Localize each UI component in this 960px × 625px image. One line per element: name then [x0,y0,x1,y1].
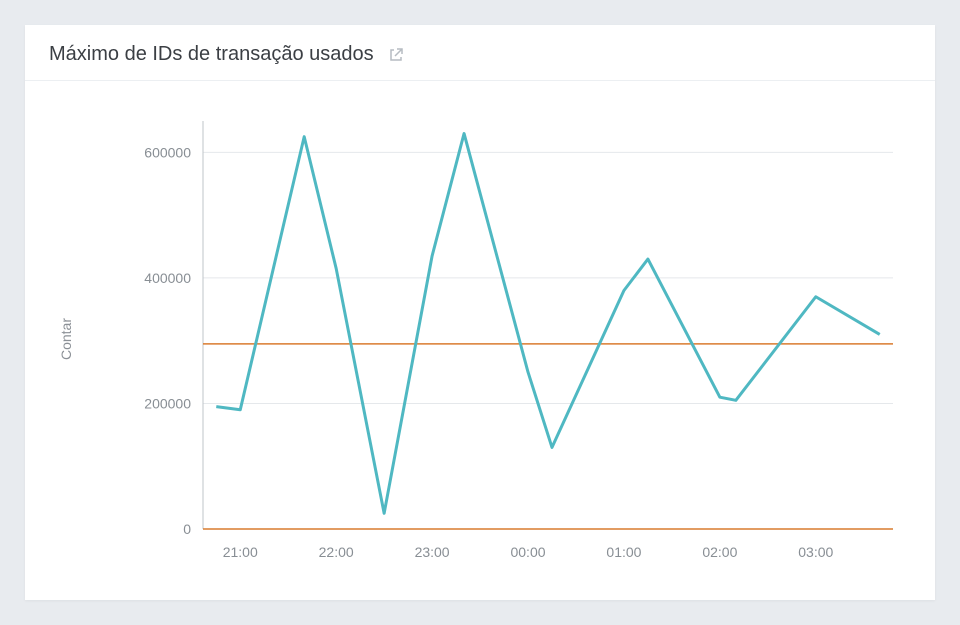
x-tick-label: 03:00 [798,544,833,560]
y-tick-label: 600000 [144,144,191,160]
x-tick-label: 21:00 [223,544,258,560]
chart-card: Máximo de IDs de transação usados Contar… [25,25,935,600]
y-tick-label: 0 [183,521,191,537]
x-tick-label: 23:00 [415,544,450,560]
external-link-icon[interactable] [388,47,404,63]
x-tick-label: 22:00 [319,544,354,560]
chart-svg: 0 200000 400000 600000 21:00 22:00 23:00 00:00 0… [113,109,903,579]
y-tick-label: 400000 [144,270,191,286]
x-tick-label: 00:00 [510,544,545,560]
chart-title: Máximo de IDs de transação usados [49,43,374,66]
x-tick-label: 02:00 [702,544,737,560]
card-header: Máximo de IDs de transação usados [25,25,935,81]
plot-area: 0 200000 400000 600000 21:00 22:00 23:00 00:00 0… [113,109,915,579]
x-tick-label: 01:00 [606,544,641,560]
data-series-line [216,134,879,514]
y-axis-label: Contar [58,317,74,359]
chart-body: Contar 0 200000 400000 600000 21:00 22:00 23:0… [25,81,935,596]
y-tick-label: 200000 [144,395,191,411]
